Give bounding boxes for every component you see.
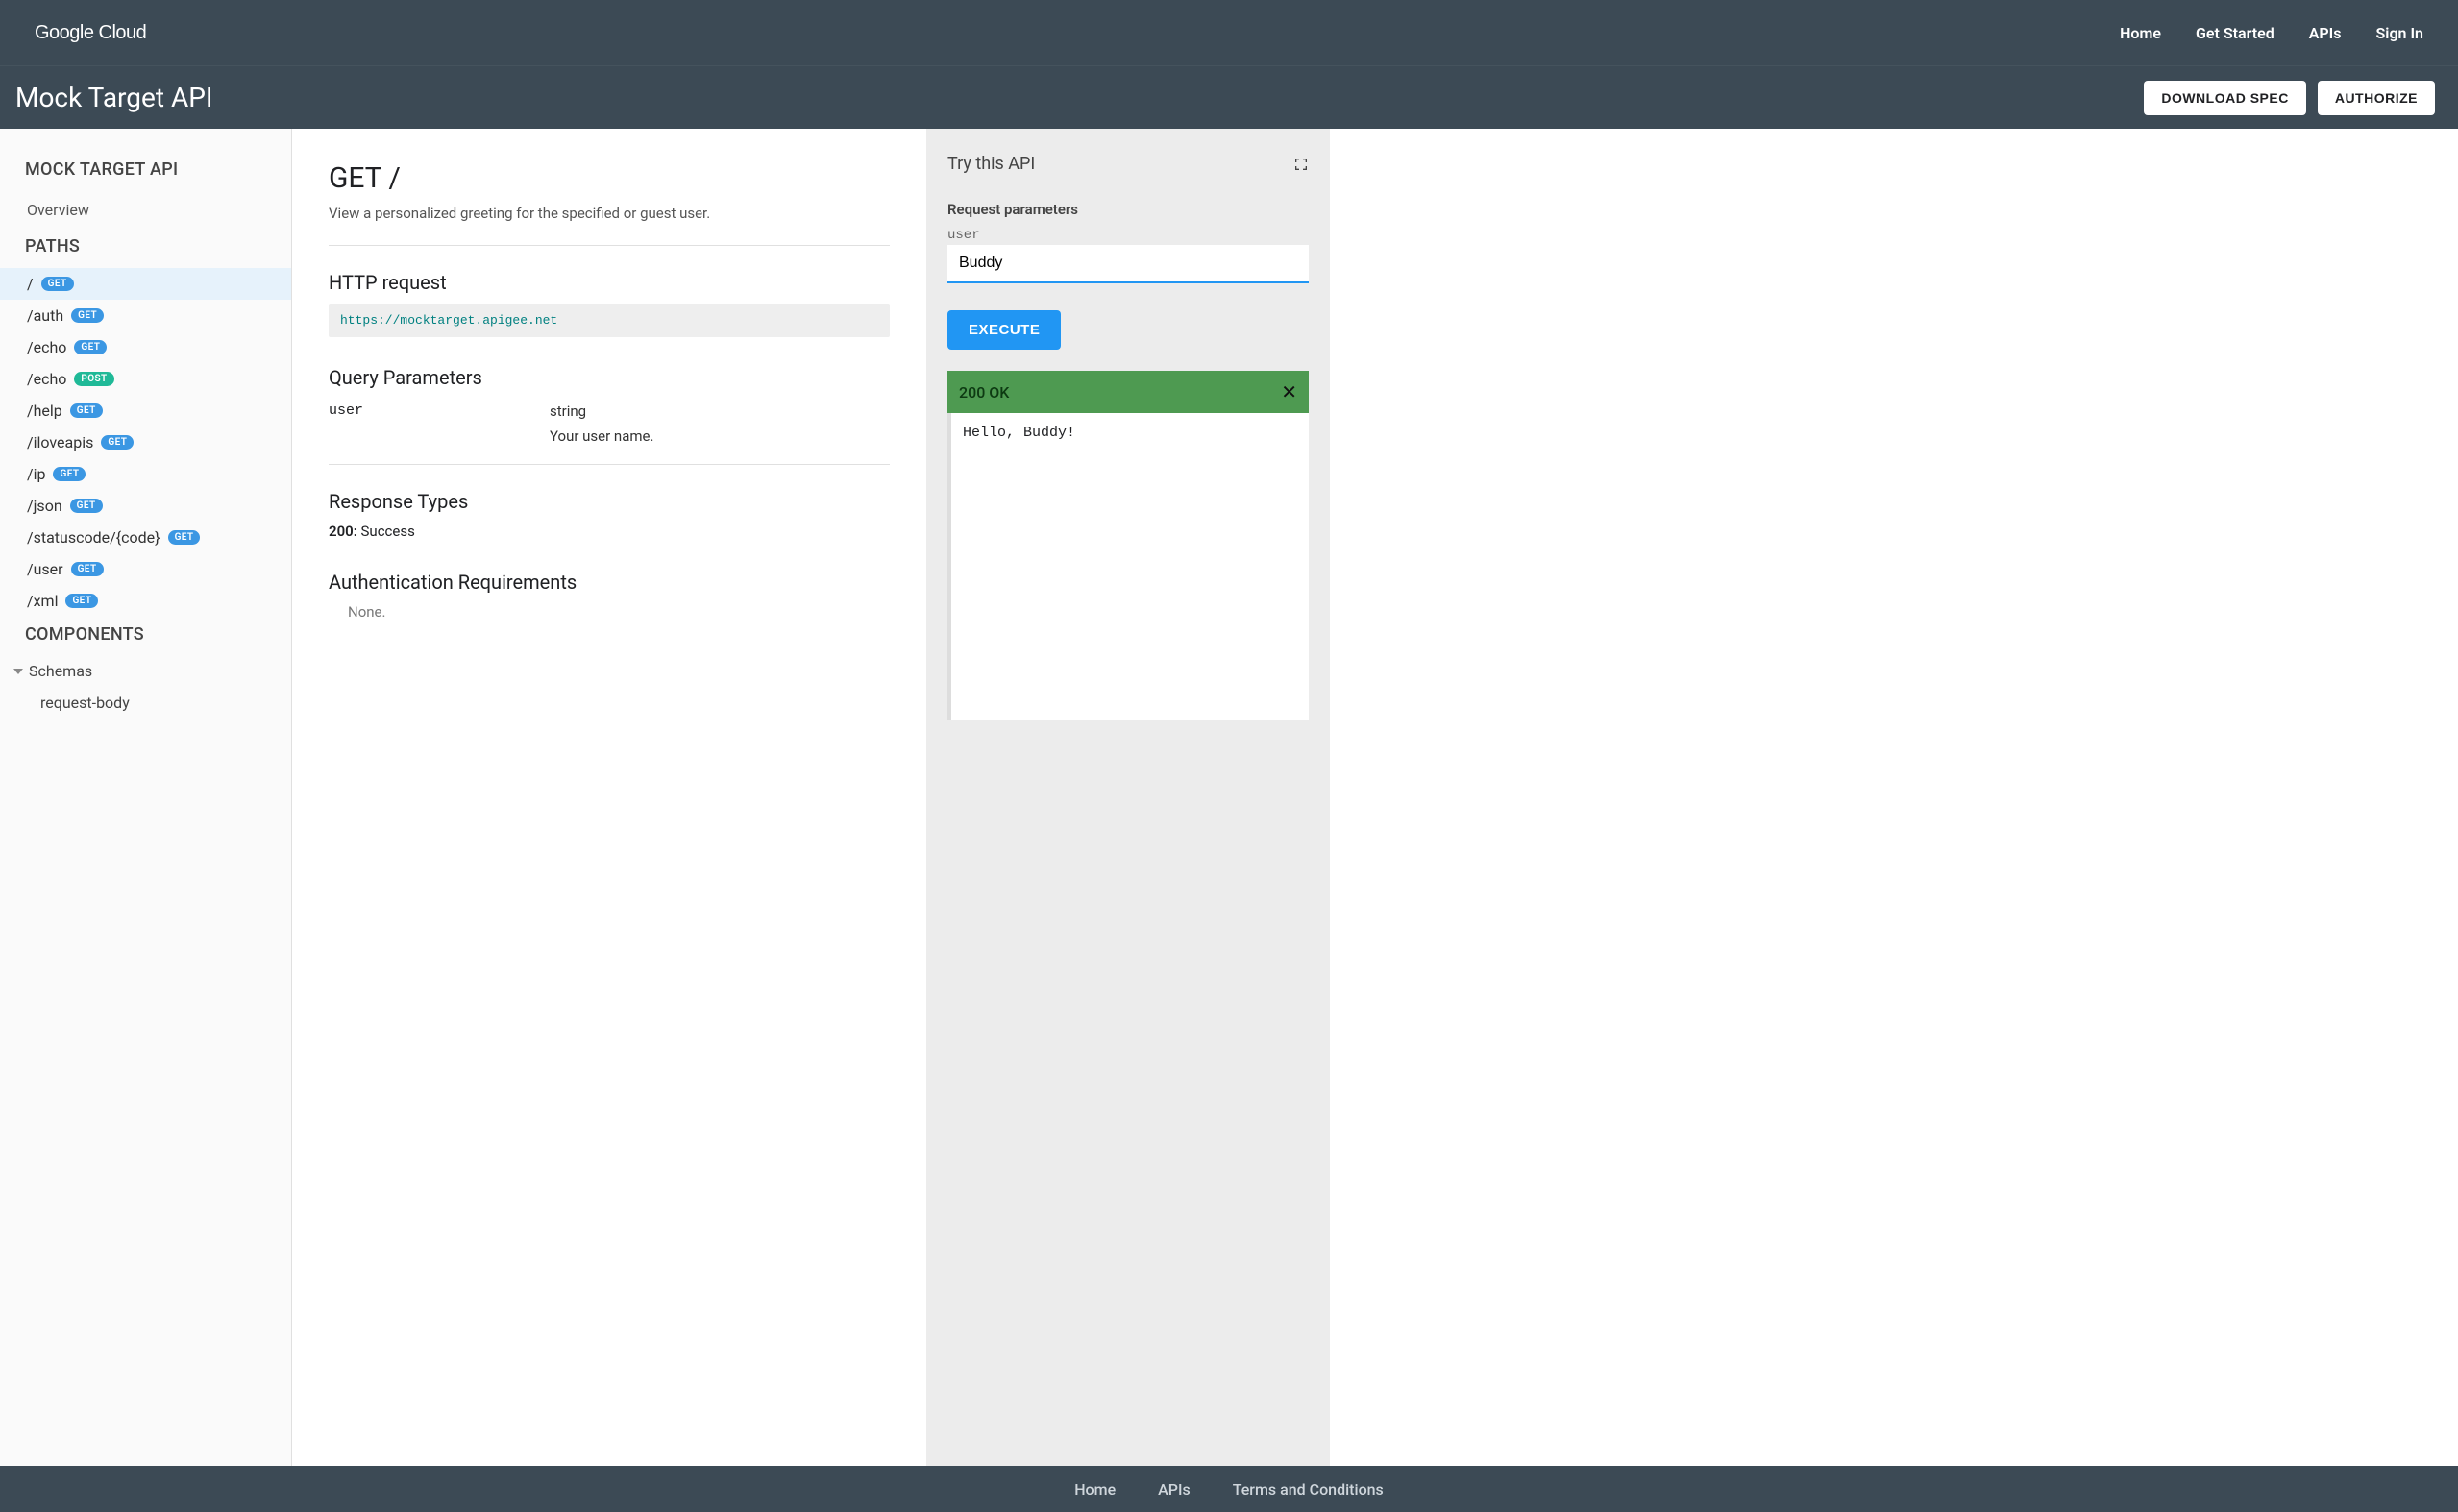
sidebar-path-item[interactable]: / GET [0, 268, 291, 300]
auth-text: None. [329, 603, 890, 621]
download-spec-button[interactable]: DOWNLOAD SPEC [2144, 81, 2306, 115]
footer-apis[interactable]: APIs [1158, 1480, 1191, 1499]
auth-heading: Authentication Requirements [329, 571, 890, 594]
path-label: /auth [27, 306, 63, 325]
footer-home[interactable]: Home [1074, 1480, 1116, 1499]
api-title-bar: Mock Target API DOWNLOAD SPEC AUTHORIZE [0, 65, 2458, 129]
endpoint-title: GET / [329, 161, 890, 195]
sidebar-api-heading: MOCK TARGET API [0, 152, 291, 191]
chevron-down-icon [13, 669, 23, 674]
sidebar-path-item[interactable]: /xml GET [0, 585, 291, 617]
schema-item[interactable]: request-body [0, 686, 291, 719]
method-badge: GET [41, 277, 74, 291]
top-nav-links: Home Get Started APIs Sign In [2120, 24, 2423, 42]
divider [329, 464, 890, 465]
method-badge: GET [65, 594, 98, 608]
logo: Google Cloud [35, 22, 146, 44]
close-icon[interactable]: ✕ [1281, 380, 1297, 403]
nav-apis[interactable]: APIs [2309, 24, 2342, 42]
http-request-url: https://mocktarget.apigee.net [329, 304, 890, 337]
sidebar-path-item[interactable]: /echo POST [0, 363, 291, 395]
path-label: /xml [27, 592, 58, 610]
sidebar-path-item[interactable]: /echo GET [0, 331, 291, 363]
method-badge: GET [71, 562, 104, 576]
sidebar-overview[interactable]: Overview [0, 191, 291, 229]
sidebar-paths-heading: PATHS [0, 229, 291, 268]
path-label: /ip [27, 465, 45, 483]
sidebar-path-item[interactable]: /ip GET [0, 458, 291, 490]
response-types-heading: Response Types [329, 490, 890, 513]
method-badge: GET [74, 340, 107, 354]
path-label: /help [27, 402, 62, 420]
param-user-input[interactable] [947, 245, 1309, 283]
sidebar-schemas-toggle[interactable]: Schemas [0, 656, 291, 686]
method-badge: GET [53, 467, 86, 481]
path-label: /statuscode/{code} [27, 528, 160, 547]
param-name: user [329, 402, 511, 445]
subbar-actions: DOWNLOAD SPEC AUTHORIZE [2144, 81, 2443, 115]
try-api-title: Try this API [947, 154, 1035, 174]
sidebar-path-item[interactable]: /auth GET [0, 300, 291, 331]
divider [329, 245, 890, 246]
param-user-label: user [947, 228, 1309, 243]
sidebar: MOCK TARGET API Overview PATHS / GET/auth… [0, 129, 292, 1466]
sidebar-path-item[interactable]: /user GET [0, 553, 291, 585]
response-text: Success [357, 523, 415, 540]
sidebar-path-item[interactable]: /statuscode/{code} GET [0, 522, 291, 553]
request-params-heading: Request parameters [947, 201, 1309, 218]
query-param-row: user string Your user name. [329, 399, 890, 449]
sidebar-path-item[interactable]: /help GET [0, 395, 291, 427]
http-request-heading: HTTP request [329, 271, 890, 294]
method-badge: POST [74, 372, 113, 386]
expand-icon[interactable] [1293, 157, 1309, 172]
top-nav-bar: Google Cloud Home Get Started APIs Sign … [0, 0, 2458, 65]
param-desc: Your user name. [550, 427, 890, 445]
authorize-button[interactable]: AUTHORIZE [2318, 81, 2435, 115]
method-badge: GET [168, 530, 201, 545]
footer: Home APIs Terms and Conditions [0, 1466, 2458, 1512]
query-params-heading: Query Parameters [329, 366, 890, 389]
path-label: / [27, 275, 34, 293]
path-label: /iloveapis [27, 433, 93, 451]
method-badge: GET [71, 308, 104, 323]
sidebar-schemas-label: Schemas [29, 662, 92, 680]
nav-sign-in[interactable]: Sign In [2376, 24, 2423, 42]
method-badge: GET [101, 435, 134, 450]
footer-terms[interactable]: Terms and Conditions [1233, 1480, 1384, 1499]
main-content: GET / View a personalized greeting for t… [292, 129, 926, 1466]
sidebar-components-heading: COMPONENTS [0, 617, 291, 656]
sidebar-path-item[interactable]: /json GET [0, 490, 291, 522]
response-body: Hello, Buddy! [947, 413, 1309, 720]
method-badge: GET [70, 499, 103, 513]
nav-get-started[interactable]: Get Started [2196, 24, 2274, 42]
response-status-text: 200 OK [959, 383, 1009, 402]
execute-button[interactable]: EXECUTE [947, 310, 1061, 350]
path-label: /json [27, 497, 62, 515]
nav-home[interactable]: Home [2120, 24, 2161, 42]
api-title: Mock Target API [15, 82, 213, 113]
gcloud-logo-text: Google Cloud [35, 22, 146, 44]
sidebar-path-item[interactable]: /iloveapis GET [0, 427, 291, 458]
try-api-panel: Try this API Request parameters user EXE… [926, 129, 1330, 1466]
path-label: /user [27, 560, 63, 578]
path-label: /echo [27, 338, 66, 356]
response-type-line: 200: Success [329, 523, 890, 540]
response-status-bar: 200 OK ✕ [947, 371, 1309, 413]
method-badge: GET [70, 403, 103, 418]
param-type: string [550, 402, 890, 420]
response-code: 200: [329, 523, 357, 540]
sidebar-paths-list: / GET/auth GET/echo GET/echo POST/help GET/il… [0, 268, 291, 617]
endpoint-description: View a personalized greeting for the spe… [329, 205, 890, 222]
path-label: /echo [27, 370, 66, 388]
